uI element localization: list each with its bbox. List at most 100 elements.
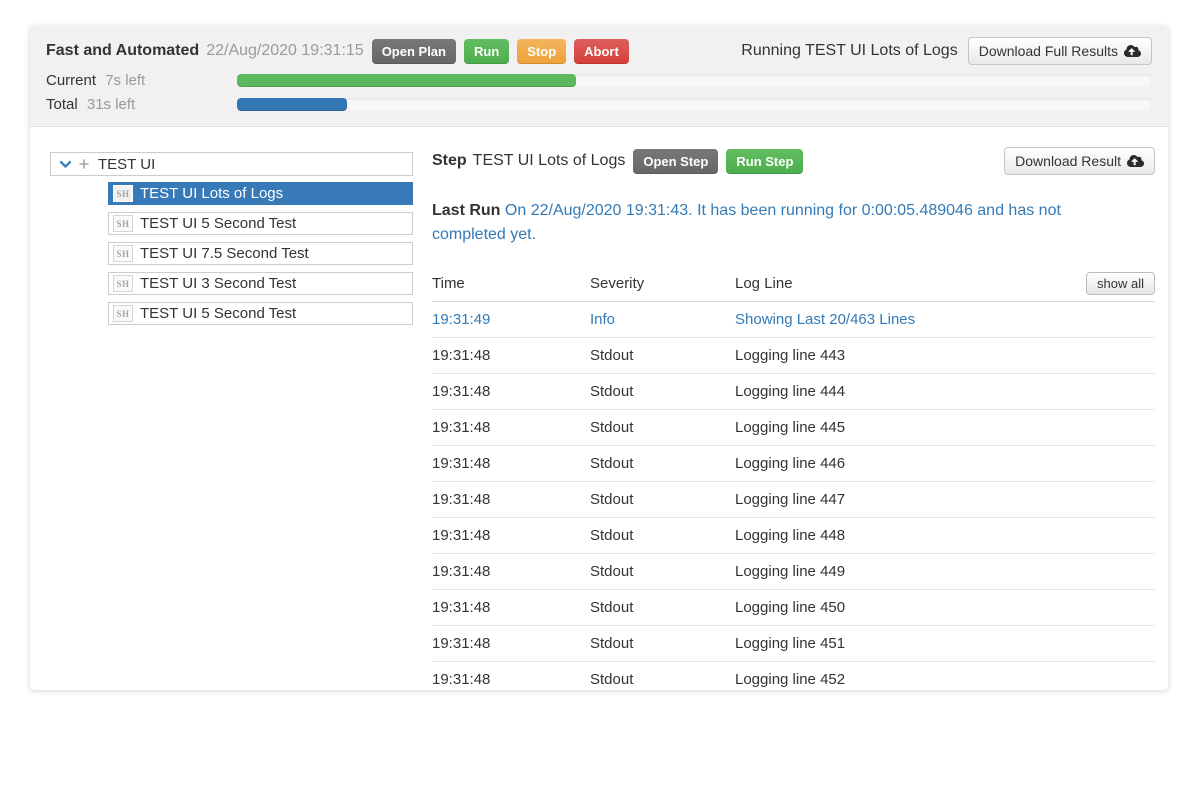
log-severity: Stdout: [590, 455, 634, 472]
log-severity: Stdout: [590, 527, 634, 544]
show-all-button[interactable]: show all: [1086, 271, 1155, 295]
last-run-text: On 22/Aug/2020 19:31:43. It has been run…: [432, 202, 1061, 243]
download-full-results-label: Download Full Results: [978, 43, 1118, 59]
current-progress-remaining: 7s left: [105, 72, 146, 89]
log-table: Time Severity Log Line show all 19:31:49…: [432, 265, 1155, 690]
tree-item[interactable]: SH TEST UI 3 Second Test: [108, 272, 413, 295]
cloud-download-icon: [1124, 44, 1141, 58]
open-step-button[interactable]: Open Step: [633, 148, 719, 174]
log-table-body: 19:31:49 Info Showing Last 20/463 Lines …: [432, 302, 1155, 690]
download-result-label: Download Result: [1015, 153, 1121, 169]
log-time: 19:31:48: [432, 671, 491, 688]
column-header-severity: Severity: [590, 274, 645, 292]
current-progress-bar: [237, 74, 576, 87]
total-progress-label: Total: [46, 96, 78, 113]
download-result-button[interactable]: Download Result: [1004, 147, 1155, 175]
log-line: Logging line 447: [735, 491, 846, 508]
total-progress-row: Total 31s left: [46, 96, 1152, 113]
step-type-badge: SH: [113, 275, 133, 292]
log-row: 19:31:48 Stdout Logging line 445: [432, 410, 1155, 446]
log-severity: Stdout: [590, 491, 634, 508]
log-row: 19:31:48 Stdout Logging line 450: [432, 590, 1155, 626]
log-line: Logging line 443: [735, 347, 846, 364]
last-run-label: Last Run: [432, 202, 501, 219]
log-line: Logging line 450: [735, 599, 846, 616]
app-panel: Fast and Automated 22/Aug/2020 19:31:15 …: [30, 26, 1168, 690]
log-row: 19:31:48 Stdout Logging line 449: [432, 554, 1155, 590]
log-time: 19:31:48: [432, 635, 491, 652]
step-type-badge: SH: [113, 305, 133, 322]
run-button[interactable]: Run: [463, 38, 510, 64]
tree-item-label: TEST UI 5 Second Test: [140, 215, 297, 232]
log-time: 19:31:48: [432, 599, 491, 616]
tree-item[interactable]: SH TEST UI 5 Second Test: [108, 212, 413, 235]
current-progress-label: Current: [46, 72, 97, 89]
chevron-down-icon[interactable]: [59, 158, 72, 171]
log-row: 19:31:48 Stdout Logging line 443: [432, 338, 1155, 374]
plan-timestamp: 22/Aug/2020 19:31:15: [206, 42, 364, 59]
step-type-badge: SH: [113, 185, 133, 202]
log-time: 19:31:48: [432, 419, 491, 436]
log-time: 19:31:48: [432, 527, 491, 544]
total-progress-track: [237, 98, 1152, 111]
log-row: 19:31:48 Stdout Logging line 447: [432, 482, 1155, 518]
log-severity: Info: [590, 311, 616, 328]
log-row: 19:31:48 Stdout Logging line 446: [432, 446, 1155, 482]
log-line: Logging line 452: [735, 671, 846, 688]
tree-item-label: TEST UI Lots of Logs: [140, 185, 284, 202]
current-progress-row: Current 7s left: [46, 72, 1152, 89]
cloud-download-icon: [1127, 154, 1144, 168]
step-type-badge: SH: [113, 215, 133, 232]
column-header-time: Time: [432, 274, 465, 292]
step-label: Step: [432, 152, 467, 169]
tree-item[interactable]: SH TEST UI 7.5 Second Test: [108, 242, 413, 265]
log-line: Logging line 448: [735, 527, 846, 544]
sidebar-tree-items: SH TEST UI Lots of Logs SH TEST UI 5 Sec…: [108, 182, 413, 325]
log-line: Logging line 449: [735, 563, 846, 580]
open-plan-button[interactable]: Open Plan: [371, 38, 456, 64]
log-row: 19:31:48 Stdout Logging line 451: [432, 626, 1155, 662]
stop-button[interactable]: Stop: [517, 38, 567, 64]
step-type-badge: SH: [113, 245, 133, 262]
step-name: TEST UI Lots of Logs: [472, 152, 626, 169]
plan-tree: TEST UI SH TEST UI Lots of Logs SH TEST …: [50, 152, 413, 332]
tree-item-label: TEST UI 7.5 Second Test: [140, 245, 309, 262]
tree-item-label: TEST UI 5 Second Test: [140, 305, 297, 322]
log-time: 19:31:48: [432, 383, 491, 400]
plan-header: Fast and Automated 22/Aug/2020 19:31:15 …: [30, 26, 1168, 127]
log-severity: Stdout: [590, 635, 634, 652]
log-severity: Stdout: [590, 347, 634, 364]
log-severity: Stdout: [590, 563, 634, 580]
abort-button[interactable]: Abort: [574, 38, 629, 64]
running-status: Running TEST UI Lots of Logs: [741, 42, 958, 59]
total-progress-remaining: 31s left: [86, 96, 136, 113]
log-row: 19:31:48 Stdout Logging line 444: [432, 374, 1155, 410]
column-header-log-line: Log Line: [735, 274, 793, 292]
download-full-results-button[interactable]: Download Full Results: [967, 37, 1152, 65]
tree-root-label: TEST UI: [98, 155, 156, 173]
total-progress-bar: [237, 98, 347, 111]
step-panel: Step TEST UI Lots of Logs Open Step Run …: [432, 147, 1155, 690]
last-run-summary: Last Run On 22/Aug/2020 19:31:43. It has…: [432, 199, 1132, 247]
tree-item[interactable]: SH TEST UI Lots of Logs: [108, 182, 413, 205]
run-step-button[interactable]: Run Step: [726, 148, 804, 174]
log-severity: Stdout: [590, 419, 634, 436]
tree-item-label: TEST UI 3 Second Test: [140, 275, 297, 292]
log-severity: Stdout: [590, 383, 634, 400]
log-row: 19:31:49 Info Showing Last 20/463 Lines: [432, 302, 1155, 338]
log-line: Logging line 445: [735, 419, 846, 436]
tree-item[interactable]: SH TEST UI 5 Second Test: [108, 302, 413, 325]
log-severity: Stdout: [590, 671, 634, 688]
log-time: 19:31:48: [432, 347, 491, 364]
tree-root-test-ui[interactable]: TEST UI: [50, 152, 413, 176]
plus-icon[interactable]: [78, 158, 90, 170]
plan-title: Fast and Automated: [46, 42, 200, 59]
log-line: Logging line 451: [735, 635, 846, 652]
log-time: 19:31:48: [432, 455, 491, 472]
log-row: 19:31:48 Stdout Logging line 448: [432, 518, 1155, 554]
log-time: 19:31:48: [432, 491, 491, 508]
log-line: Logging line 446: [735, 455, 846, 472]
log-severity: Stdout: [590, 599, 634, 616]
log-table-header: Time Severity Log Line show all: [432, 265, 1155, 302]
log-time: 19:31:49: [432, 311, 491, 328]
